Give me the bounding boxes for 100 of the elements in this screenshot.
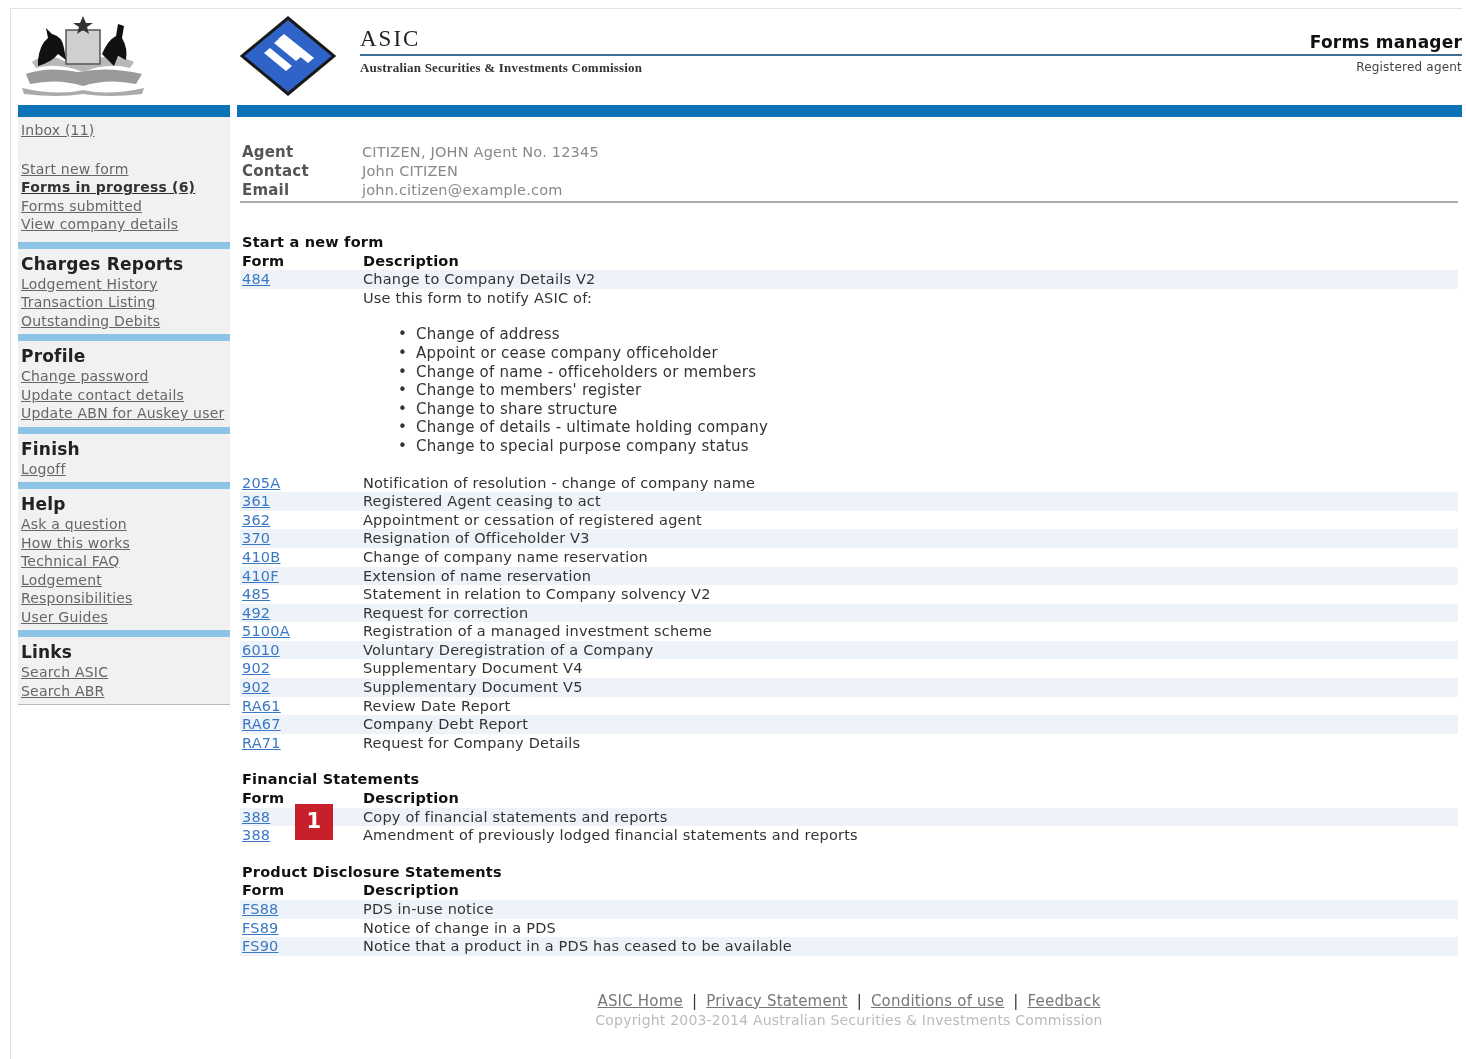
form-note: Use this form to notify ASIC of: [363,288,593,308]
bullet-marker: • [398,325,409,344]
sidebar-heading: Finish [21,437,81,460]
agent-field-label: Contact [242,162,310,181]
sidebar-heading: Help [21,493,67,515]
form-link[interactable]: RA61 [242,697,281,714]
form-description: Request for correction [363,603,529,623]
form-description: PDS in-use notice [363,900,494,919]
form-description: Notice of change in a PDS [363,918,556,938]
organisation-name: ASIC [360,26,421,52]
sidebar-link[interactable]: Forms submitted [21,196,143,215]
form-link[interactable]: 388 [242,827,271,844]
organisation-full-name: Australian Securities & Investments Commission [360,60,643,76]
form-link[interactable]: 484 [242,271,271,288]
sidebar-link[interactable]: Transaction Listing [21,293,156,312]
bullet-item: Change of details - ultimate holding company [416,418,769,437]
column-header: Form [241,881,286,900]
sidebar-heading: Links [21,641,74,663]
footer-link[interactable]: Privacy Statement [706,991,848,1010]
bullet-item: Appoint or cease company officeholder [416,343,718,363]
sidebar-link[interactable]: Lodgement History [21,274,158,293]
sidebar-link[interactable]: Inbox (11) [21,121,95,140]
form-description: Appointment or cessation of registered agent [363,510,702,530]
form-description: Company Debt Report [363,715,529,734]
form-description: Supplementary Document V4 [363,659,583,679]
form-description: Statement in relation to Company solvency V2 [363,585,711,604]
form-link[interactable]: 370 [242,530,271,547]
sidebar-link[interactable]: User Guides [21,607,108,626]
form-link[interactable]: 902 [242,660,271,677]
form-link[interactable]: 205A [242,474,281,491]
form-link[interactable]: 410F [242,567,279,584]
form-link[interactable]: FS89 [242,919,279,936]
footer-link[interactable]: Feedback [1027,991,1101,1010]
form-description: Resignation of Officeholder V3 [363,529,590,548]
footer-link[interactable]: ASIC Home [597,991,683,1010]
form-description: Copy of financial statements and reports [363,807,668,827]
section-title: Start a new form [241,233,385,252]
sidebar-link[interactable]: Search ABR [21,681,105,700]
form-link[interactable]: 902 [242,679,271,696]
bullet-marker: • [398,436,409,456]
sidebar-link[interactable]: Lodgement [21,570,102,589]
form-link[interactable]: 485 [242,586,271,603]
sidebar-link[interactable]: Logoff [21,459,66,478]
sidebar-link[interactable]: View company details [21,215,179,234]
column-header: Description [363,789,459,808]
footer-separator: | [1013,991,1019,1010]
form-link[interactable]: 388 [242,808,271,825]
bullet-item: Change to share structure [416,399,618,419]
sidebar-link[interactable]: How this works [21,533,130,552]
sidebar-heading: Profile [21,345,87,367]
form-link[interactable]: 362 [242,511,271,528]
copyright-text: Copyright 2003-2014 Australian Securities & Investments Commission [595,1011,1103,1028]
form-description: Notice that a product in a PDS has ceased to be available [363,937,792,956]
bullet-item: Change of name - officeholders or members [416,362,757,382]
form-description: Supplementary Document V5 [363,678,583,697]
sidebar-link[interactable]: Search ASIC [21,663,109,682]
form-link[interactable]: 5100A [242,623,290,640]
form-link[interactable]: 361 [242,493,271,510]
agent-field-label: Agent [242,143,295,162]
sidebar-link[interactable]: Forms in progress (6) [21,178,196,197]
bullet-marker: • [398,399,409,419]
bullet-marker: • [398,343,409,363]
user-role: Registered agent [1356,60,1462,76]
form-link[interactable]: FS88 [242,901,279,917]
column-header: Description [363,251,459,271]
sidebar-link[interactable]: Change password [21,367,149,386]
bullet-item: Change of address [416,325,560,344]
agent-field-value: CITIZEN, JOHN Agent No. 12345 [362,143,599,162]
form-description: Change to Company Details V2 [363,270,596,289]
bullet-item: Change to members' register [416,381,642,400]
form-link[interactable]: RA67 [242,716,281,733]
form-link[interactable]: 6010 [242,641,280,658]
sidebar-link[interactable]: Update contact details [21,385,185,404]
section-title: Financial Statements [241,770,421,790]
footer-separator: | [856,991,862,1010]
form-description: Voluntary Deregistration of a Company [363,640,654,660]
column-header: Form [241,789,286,808]
sidebar-link[interactable]: Outstanding Debits [21,311,161,330]
sidebar-link[interactable]: Start new form [21,159,129,178]
sidebar-link[interactable]: Update ABN for Auskey user [21,404,225,423]
footer-separator: | [691,991,698,1010]
agent-field-label: Email [242,181,291,200]
form-link[interactable]: FS90 [242,938,279,955]
agent-field-value: John CITIZEN [362,162,458,181]
bullet-marker: • [398,381,409,400]
form-link[interactable]: 492 [242,604,271,621]
form-description: Registered Agent ceasing to act [363,492,601,511]
form-link[interactable]: RA71 [242,734,281,751]
sidebar-link[interactable]: Ask a question [21,515,127,534]
form-description: Registration of a managed investment scheme [363,622,712,641]
footer-link[interactable]: Conditions of use [870,991,1005,1010]
form-link[interactable]: 410B [242,548,281,565]
bullet-item: Change to special purpose company status [416,436,749,456]
sidebar-heading: Charges Reports [21,252,185,275]
form-description: Request for Company Details [363,733,581,753]
section-title: Product Disclosure Statements [241,862,503,882]
sidebar-link[interactable]: Responsibilities [21,589,133,608]
sidebar-link[interactable]: Technical FAQ [21,552,120,571]
form-description: Change of company name reservation [363,547,648,567]
agent-field-value: john.citizen@example.com [362,181,563,200]
